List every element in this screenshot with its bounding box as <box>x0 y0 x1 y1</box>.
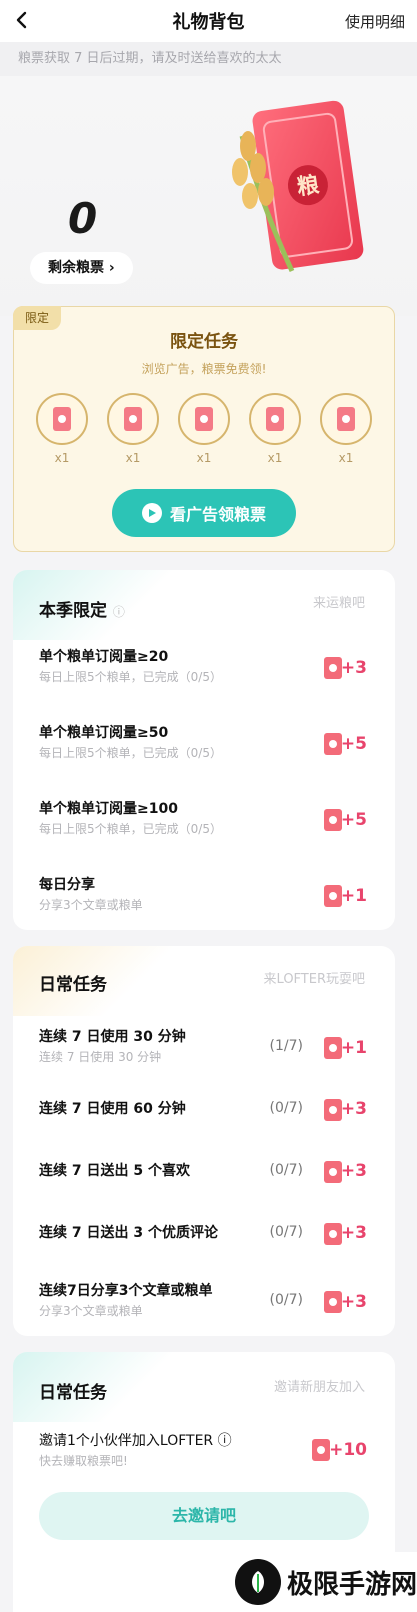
task-row: 连续 7 日送出 5 个喜欢 (0/7) +3 <box>13 1160 395 1206</box>
task-row: 连续 7 日送出 3 个优质评论 (0/7) +3 <box>13 1222 395 1268</box>
ticket-coin-row: x1 x1 x1 x1 x1 <box>14 393 394 465</box>
invite-title: 日常任务 <box>39 1383 107 1403</box>
task-row: 连续7日分享3个文章或粮单 分享3个文章或粮单 (0/7) +3 <box>39 1283 367 1318</box>
play-icon <box>141 503 162 523</box>
ticket-icon <box>124 407 142 431</box>
task-progress: (1/7) <box>269 1038 303 1054</box>
top-nav: 礼物背包 使用明细 <box>0 0 417 42</box>
limited-task-panel: 限定 限定任务 浏览广告，粮票免费领! x1 x1 x1 x1 x1 看广告领粮… <box>13 306 395 552</box>
ticket-coin: x1 <box>249 393 301 465</box>
coin-quantity: x1 <box>267 451 283 465</box>
task-reward: +3 <box>340 1292 367 1312</box>
task-reward: +3 <box>340 1161 367 1181</box>
task-reward: +1 <box>340 1038 367 1058</box>
watermark: 极限手游网 <box>227 1552 417 1612</box>
ticket-coin: x1 <box>107 393 159 465</box>
season-task-card: 本季限定 ⓘ 来运粮吧 单个粮单订阅量≥20 每日上限5个粮单，已完成（0/5）… <box>13 570 395 930</box>
invite-slogan: 邀请新朋友加入 <box>273 1380 365 1395</box>
task-progress: (0/7) <box>269 1292 303 1308</box>
task-progress: (0/7) <box>269 1162 303 1178</box>
task-reward: +1 <box>340 886 367 906</box>
expiry-notice: 粮票获取 7 日后过期，请及时送给喜欢的太太 <box>0 42 417 76</box>
task-reward: +3 <box>340 1223 367 1243</box>
task-row: 邀请1个小伙伴加入LOFTER ⓘ 快去赚取粮票吧! +10 <box>39 1433 367 1468</box>
leaf-logo-icon <box>235 1559 281 1605</box>
task-reward: +3 <box>340 1099 367 1119</box>
task-row: 单个粮单订阅量≥100 每日上限5个粮单，已完成（0/5） +5 <box>39 801 367 836</box>
daily-slogan: 来LOFTER玩耍吧 <box>263 972 365 987</box>
ticket-icon <box>312 1439 330 1461</box>
daily-task-card: 日常任务 来LOFTER玩耍吧 连续 7 日使用 30 分钟 连续 7 日使用 … <box>13 946 395 1336</box>
ticket-coin: x1 <box>36 393 88 465</box>
coin-quantity: x1 <box>338 451 354 465</box>
limited-tag: 限定 <box>13 306 61 330</box>
watch-ad-label: 看广告领粮票 <box>169 505 266 524</box>
info-icon[interactable]: ⓘ <box>113 605 125 619</box>
task-row: 单个粮单订阅量≥50 每日上限5个粮单，已完成（0/5） +5 <box>39 725 367 760</box>
task-row: 连续 7 日使用 60 分钟 (0/7) +3 <box>13 1098 395 1144</box>
task-progress: (0/7) <box>269 1100 303 1116</box>
invite-button[interactable]: 去邀请吧 <box>39 1492 369 1540</box>
limited-title: 限定任务 <box>170 332 238 352</box>
task-row: 连续 7 日使用 30 分钟 连续 7 日使用 30 分钟 (1/7) +1 <box>39 1029 367 1064</box>
task-row: 单个粮单订阅量≥20 每日上限5个粮单，已完成（0/5） +3 <box>39 649 367 684</box>
usage-detail-link[interactable]: 使用明细 <box>345 11 405 32</box>
ticket-icon <box>53 407 71 431</box>
watch-ad-button[interactable]: 看广告领粮票 <box>112 489 296 537</box>
task-progress: (0/7) <box>269 1224 303 1240</box>
task-reward: +5 <box>340 810 367 830</box>
task-reward: +3 <box>340 658 367 678</box>
task-reward: +5 <box>340 734 367 754</box>
chevron-left-icon <box>16 11 27 29</box>
task-row: 每日分享 分享3个文章或粮单 +1 <box>39 877 367 912</box>
ticket-icon <box>337 407 355 431</box>
daily-title: 日常任务 <box>39 975 107 995</box>
task-reward: +10 <box>329 1440 367 1460</box>
ticket-icon <box>195 407 213 431</box>
ticket-count: 0 <box>68 194 98 243</box>
back-button[interactable] <box>10 8 34 32</box>
limited-subtitle: 浏览广告，粮票免费领! <box>141 362 267 376</box>
ticket-illustration: 粮 <box>232 100 364 273</box>
ticket-icon <box>266 407 284 431</box>
remaining-tickets-button[interactable]: 剩余粮票 › <box>30 252 133 284</box>
season-slogan: 来运粮吧 <box>312 596 365 611</box>
coin-quantity: x1 <box>125 451 141 465</box>
ticket-coin: x1 <box>178 393 230 465</box>
season-title: 本季限定 ⓘ <box>39 601 125 621</box>
svg-text:粮: 粮 <box>295 172 320 201</box>
coin-quantity: x1 <box>196 451 212 465</box>
coin-quantity: x1 <box>54 451 70 465</box>
page-title: 礼物背包 <box>172 12 245 33</box>
ticket-coin: x1 <box>320 393 372 465</box>
ticket-summary: 0 剩余粮票 › 粮 <box>0 76 417 316</box>
